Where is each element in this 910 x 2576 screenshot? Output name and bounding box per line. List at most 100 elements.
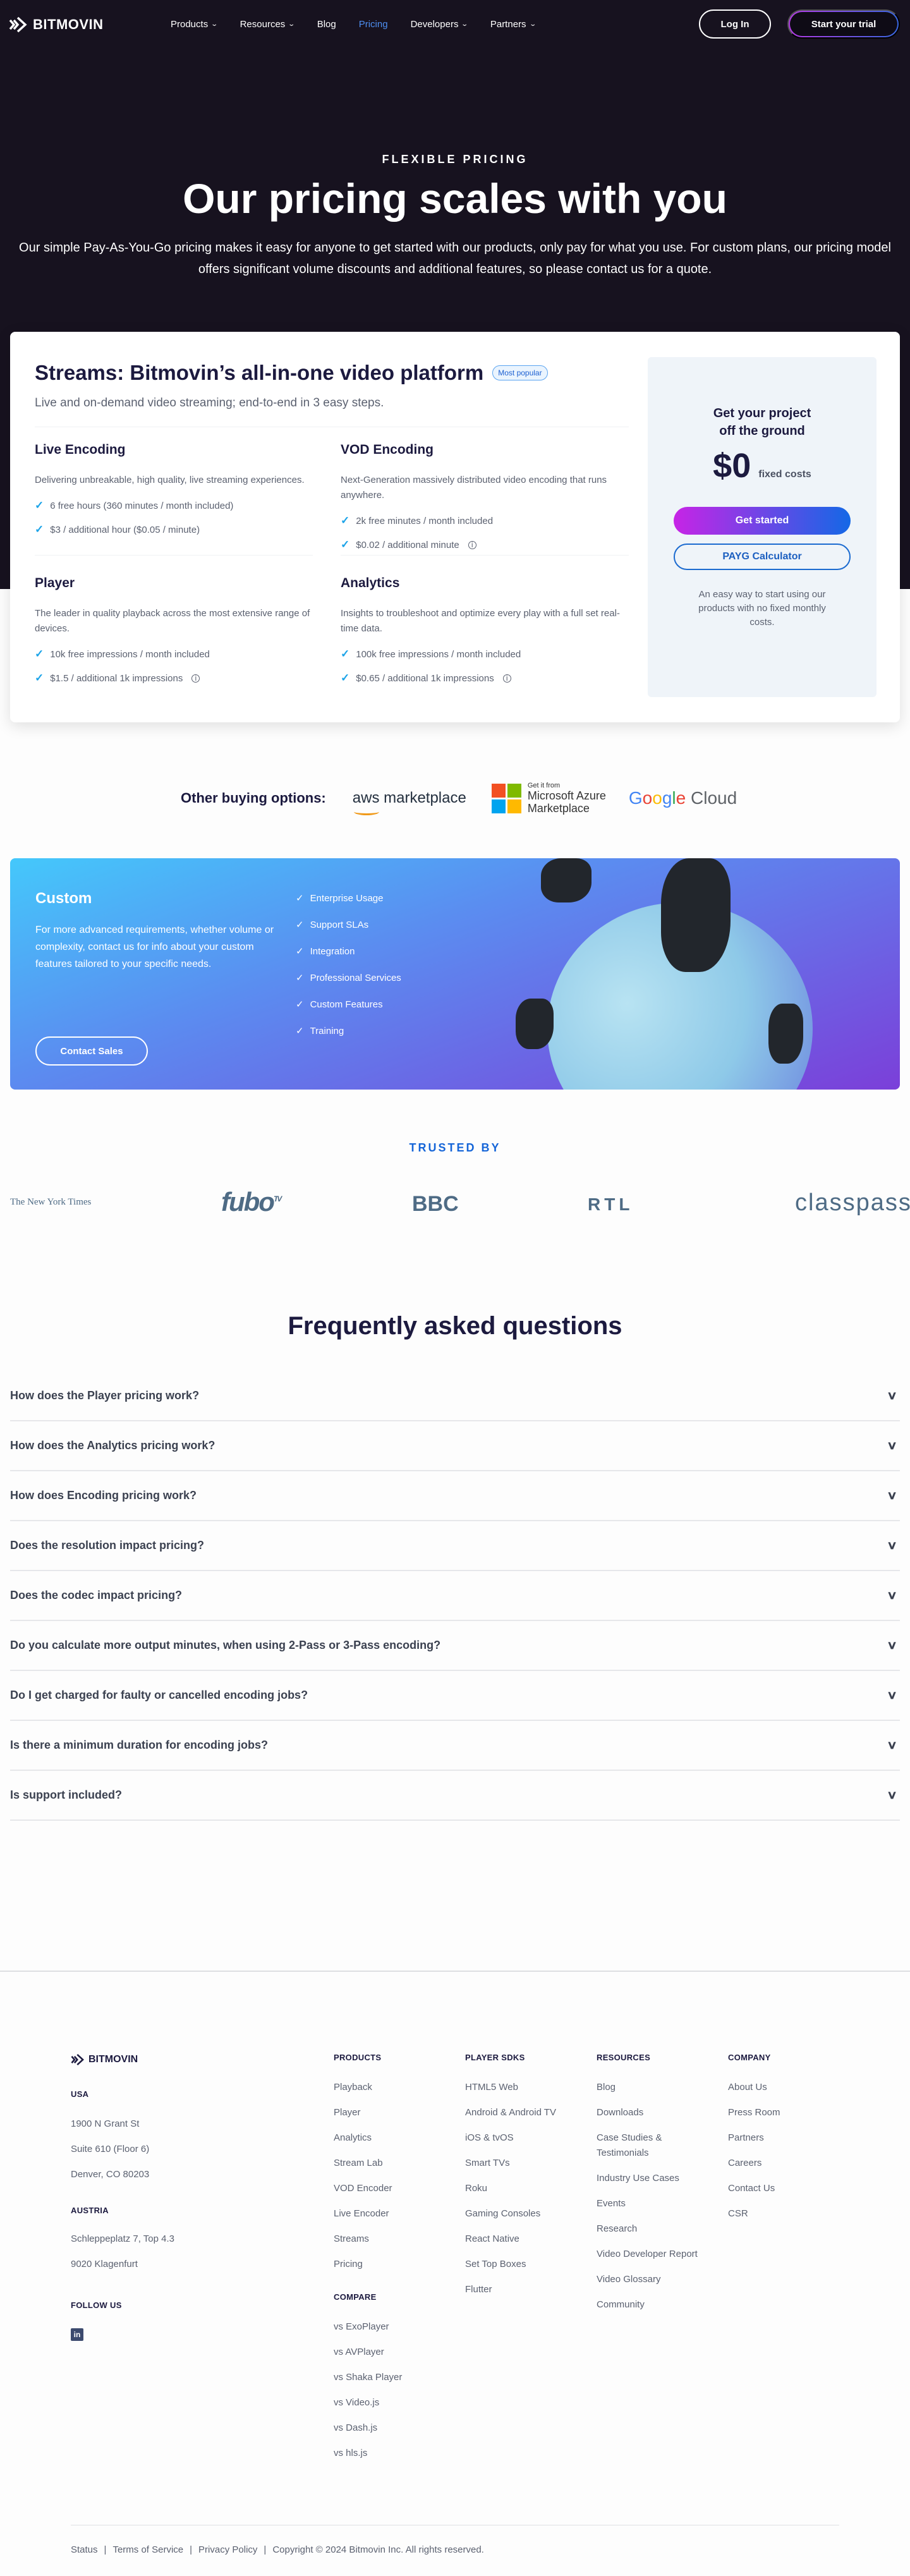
faq-question: How does Encoding pricing work? — [10, 1489, 197, 1502]
footer-link[interactable]: Blog — [597, 2080, 698, 2095]
faq-item[interactable]: Does the resolution impact pricing? ∨ — [10, 1521, 900, 1571]
faq-question: Does the resolution impact pricing? — [10, 1539, 205, 1552]
footer-link[interactable]: iOS & tvOS — [465, 2130, 585, 2146]
footer-link[interactable]: Partners — [728, 2130, 829, 2146]
azure-marketplace-logo[interactable]: Get it from Microsoft Azure Marketplace — [491, 782, 606, 815]
footer-link[interactable]: Industry Use Cases — [597, 2171, 698, 2186]
faq-item[interactable]: How does Encoding pricing work? ∨ — [10, 1471, 900, 1521]
footer-logo[interactable]: BITMOVIN — [71, 2053, 138, 2067]
google-cloud-logo[interactable]: Google Cloud — [629, 788, 737, 808]
payg-calculator-button[interactable]: PAYG Calculator — [674, 544, 851, 570]
nav-pricing[interactable]: Pricing — [359, 19, 388, 30]
footer-link[interactable]: VOD Encoder — [334, 2181, 454, 2196]
nav-label: Blog — [317, 18, 336, 30]
footer-heading: PLAYER SDKS — [465, 2053, 525, 2062]
footer-link[interactable]: Player — [334, 2105, 454, 2120]
footer-link[interactable]: Community — [597, 2297, 698, 2312]
login-button[interactable]: Log In — [699, 9, 771, 39]
custom-feature: ✓ Training — [296, 1018, 401, 1044]
footer-link[interactable]: Set Top Boxes — [465, 2257, 585, 2272]
rock-illustration — [541, 858, 592, 902]
footer-link[interactable]: Contact Us — [728, 2181, 829, 2196]
feature-text: 10k free impressions / month included — [50, 648, 210, 660]
footer-link[interactable]: vs Shaka Player — [334, 2370, 454, 2385]
main-menu: Products ⌄ Resources ⌄ Blog Pricing Develo… — [171, 0, 558, 48]
footer-link[interactable]: Downloads — [597, 2105, 698, 2120]
get-started-panel: Get your project off the ground $0 fixed … — [648, 357, 877, 697]
nav-developers[interactable]: Developers ⌄ — [411, 19, 469, 30]
chevron-down-icon: ⌄ — [210, 20, 219, 28]
faq-item[interactable]: How does the Player pricing work? ∨ — [10, 1371, 900, 1421]
product-desc: Delivering unbreakable, high quality, li… — [35, 475, 305, 485]
footer-link[interactable]: Analytics — [334, 2130, 454, 2146]
get-started-button[interactable]: Get started — [674, 507, 851, 535]
check-icon: ✓ — [296, 946, 304, 957]
terms-link[interactable]: Terms of Service — [112, 2544, 183, 2555]
footer-link[interactable]: Events — [597, 2196, 698, 2211]
footer-link[interactable]: React Native — [465, 2232, 585, 2247]
footer-link[interactable]: Flutter — [465, 2282, 585, 2297]
nav-blog[interactable]: Blog — [317, 19, 336, 30]
privacy-link[interactable]: Privacy Policy — [198, 2544, 257, 2555]
product-name: Player — [35, 576, 75, 590]
bitmovin-logo[interactable]: BITMOVIN — [9, 15, 104, 34]
custom-feature: ✓ Enterprise Usage — [296, 885, 401, 911]
footer-link[interactable]: About Us — [728, 2080, 829, 2095]
nav-resources[interactable]: Resources ⌄ — [240, 19, 296, 30]
chevron-down-icon: ∨ — [886, 1589, 897, 1601]
footer-link[interactable]: Press Room — [728, 2105, 829, 2120]
faq-item[interactable]: Do I get charged for faulty or cancelled… — [10, 1671, 900, 1721]
status-link[interactable]: Status — [71, 2544, 98, 2555]
footer-link[interactable]: Streams — [334, 2232, 454, 2247]
feature-text: 2k free minutes / month included — [356, 515, 494, 526]
check-icon: ✓ — [341, 538, 350, 550]
fubo-tv-text: TV — [273, 1194, 282, 1203]
footer-link[interactable]: Careers — [728, 2156, 829, 2171]
footer-link[interactable]: vs Dash.js — [334, 2421, 454, 2436]
footer-link[interactable]: vs AVPlayer — [334, 2345, 454, 2360]
footer-link[interactable]: vs hls.js — [334, 2446, 454, 2461]
footer-link[interactable]: Video Glossary — [597, 2272, 698, 2287]
info-icon[interactable]: i — [191, 674, 200, 683]
start-trial-button[interactable]: Start your trial — [787, 9, 900, 39]
contact-sales-button[interactable]: Contact Sales — [35, 1036, 148, 1066]
pricing-card: Streams: Bitmovin’s all-in-one video pla… — [10, 332, 900, 722]
footer-link[interactable]: vs Video.js — [334, 2395, 454, 2410]
footer-link[interactable]: Research — [597, 2221, 698, 2237]
linkedin-icon[interactable]: in — [71, 2328, 83, 2341]
faq-question: Do I get charged for faulty or cancelled… — [10, 1689, 308, 1701]
footer-link[interactable]: Roku — [465, 2181, 585, 2196]
address-line: 1900 N Grant St — [71, 2118, 140, 2129]
faq-item[interactable]: Is support included? ∨ — [10, 1771, 900, 1821]
page-title: Our pricing scales with you — [183, 175, 727, 222]
nav-partners[interactable]: Partners ⌄ — [490, 19, 537, 30]
footer-link[interactable]: Pricing — [334, 2257, 454, 2272]
divider — [341, 555, 629, 556]
footer-link[interactable]: Stream Lab — [334, 2156, 454, 2171]
faq-item[interactable]: Do you calculate more output minutes, wh… — [10, 1621, 900, 1671]
footer-link[interactable]: Playback — [334, 2080, 454, 2095]
footer-link[interactable]: HTML5 Web — [465, 2080, 585, 2095]
faq-item[interactable]: Does the codec impact pricing? ∨ — [10, 1571, 900, 1621]
footer-link[interactable]: vs ExoPlayer — [334, 2319, 454, 2335]
custom-feature-text: Support SLAs — [310, 919, 369, 930]
nav-products[interactable]: Products ⌄ — [171, 19, 219, 30]
footer-link[interactable]: Video Developer Report — [597, 2247, 698, 2262]
chevron-down-icon: ∨ — [886, 1739, 897, 1751]
footer-link[interactable]: Android & Android TV — [465, 2105, 585, 2120]
aws-marketplace-logo[interactable]: aws marketplace — [353, 789, 466, 815]
chevron-down-icon: ∨ — [886, 1639, 897, 1651]
footer-link[interactable]: Smart TVs — [465, 2156, 585, 2171]
info-icon[interactable]: i — [502, 674, 511, 683]
faq-item[interactable]: Is there a minimum duration for encoding… — [10, 1721, 900, 1771]
info-icon[interactable]: i — [468, 540, 476, 549]
custom-feature-text: Training — [310, 1025, 344, 1036]
footer-link[interactable]: CSR — [728, 2206, 829, 2221]
footer-link[interactable]: Case Studies & Testimonials — [597, 2130, 698, 2161]
faq-item[interactable]: How does the Analytics pricing work? ∨ — [10, 1421, 900, 1471]
footer-link[interactable]: Gaming Consoles — [465, 2206, 585, 2221]
separator: | — [264, 2544, 267, 2555]
chevron-down-icon: ⌄ — [288, 20, 296, 28]
footer-link[interactable]: Live Encoder — [334, 2206, 454, 2221]
check-icon: ✓ — [296, 1026, 304, 1036]
